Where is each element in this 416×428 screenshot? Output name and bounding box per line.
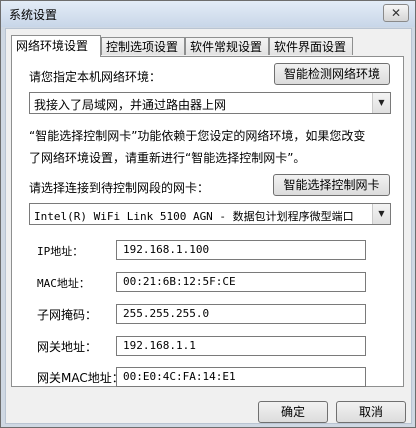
tab-label: 网络环境设置 xyxy=(16,39,89,53)
auto-select-nic-button[interactable]: 智能选择控制网卡 xyxy=(273,174,390,196)
settings-dialog: 系统设置 ✕ 网络环境设置 控制选项设置 软件常规设置 软件界面设置 请您指定本… xyxy=(0,0,416,428)
subnet-field[interactable]: 255.255.255.0 xyxy=(116,304,366,324)
mac-field[interactable]: 00:21:6B:12:5F:CE xyxy=(116,272,366,292)
tab-control-options[interactable]: 控制选项设置 xyxy=(101,37,185,55)
env-prompt: 请您指定本机网络环境： xyxy=(29,70,162,84)
ok-button[interactable]: 确定 xyxy=(258,401,328,423)
chevron-down-icon[interactable]: ▼ xyxy=(372,204,390,224)
mac-label: MAC地址： xyxy=(37,277,90,290)
ip-label: IP地址： xyxy=(37,245,84,258)
nic-value: Intel(R) WiFi Link 5100 AGN - 数据包计划程序微型端… xyxy=(34,210,354,223)
gateway-mac-label: 网关MAC地址： xyxy=(37,371,124,385)
title-bar: 系统设置 ✕ xyxy=(1,1,415,27)
window-title: 系统设置 xyxy=(9,8,58,22)
tab-interface[interactable]: 软件界面设置 xyxy=(269,37,353,55)
network-env-value: 我接入了局域网，并通过路由器上网 xyxy=(34,98,227,112)
tab-label: 控制选项设置 xyxy=(106,40,179,54)
info-text-line2: 了网络环境设置，请重新进行“智能选择控制网卡”。 xyxy=(29,151,306,165)
network-env-select[interactable]: 我接入了局域网，并通过路由器上网 ▼ xyxy=(29,92,391,114)
gateway-label: 网关地址： xyxy=(37,340,98,354)
nic-prompt: 请选择连接到待控制网段的网卡： xyxy=(29,181,210,195)
info-text-line1: “智能选择控制网卡”功能依赖于您设定的网络环境，如果您改变 xyxy=(29,129,366,143)
close-button[interactable]: ✕ xyxy=(383,4,409,22)
chevron-down-icon[interactable]: ▼ xyxy=(372,93,390,113)
gateway-field[interactable]: 192.168.1.1 xyxy=(116,336,366,356)
tab-general[interactable]: 软件常规设置 xyxy=(185,37,269,55)
cancel-button[interactable]: 取消 xyxy=(336,401,406,423)
detect-network-button[interactable]: 智能检测网络环境 xyxy=(274,63,390,85)
tab-network[interactable]: 网络环境设置 xyxy=(11,35,101,57)
gateway-mac-field[interactable]: 00:E0:4C:FA:14:E1 xyxy=(116,367,366,387)
subnet-label: 子网掩码： xyxy=(37,308,98,322)
close-icon: ✕ xyxy=(390,6,402,20)
network-panel: 请您指定本机网络环境： 智能检测网络环境 我接入了局域网，并通过路由器上网 ▼ … xyxy=(11,56,404,387)
dialog-client: 网络环境设置 控制选项设置 软件常规设置 软件界面设置 请您指定本机网络环境： … xyxy=(5,28,412,424)
tab-label: 软件界面设置 xyxy=(274,40,347,54)
tab-label: 软件常规设置 xyxy=(190,40,263,54)
nic-select[interactable]: Intel(R) WiFi Link 5100 AGN - 数据包计划程序微型端… xyxy=(29,203,391,225)
ip-field[interactable]: 192.168.1.100 xyxy=(116,240,366,260)
